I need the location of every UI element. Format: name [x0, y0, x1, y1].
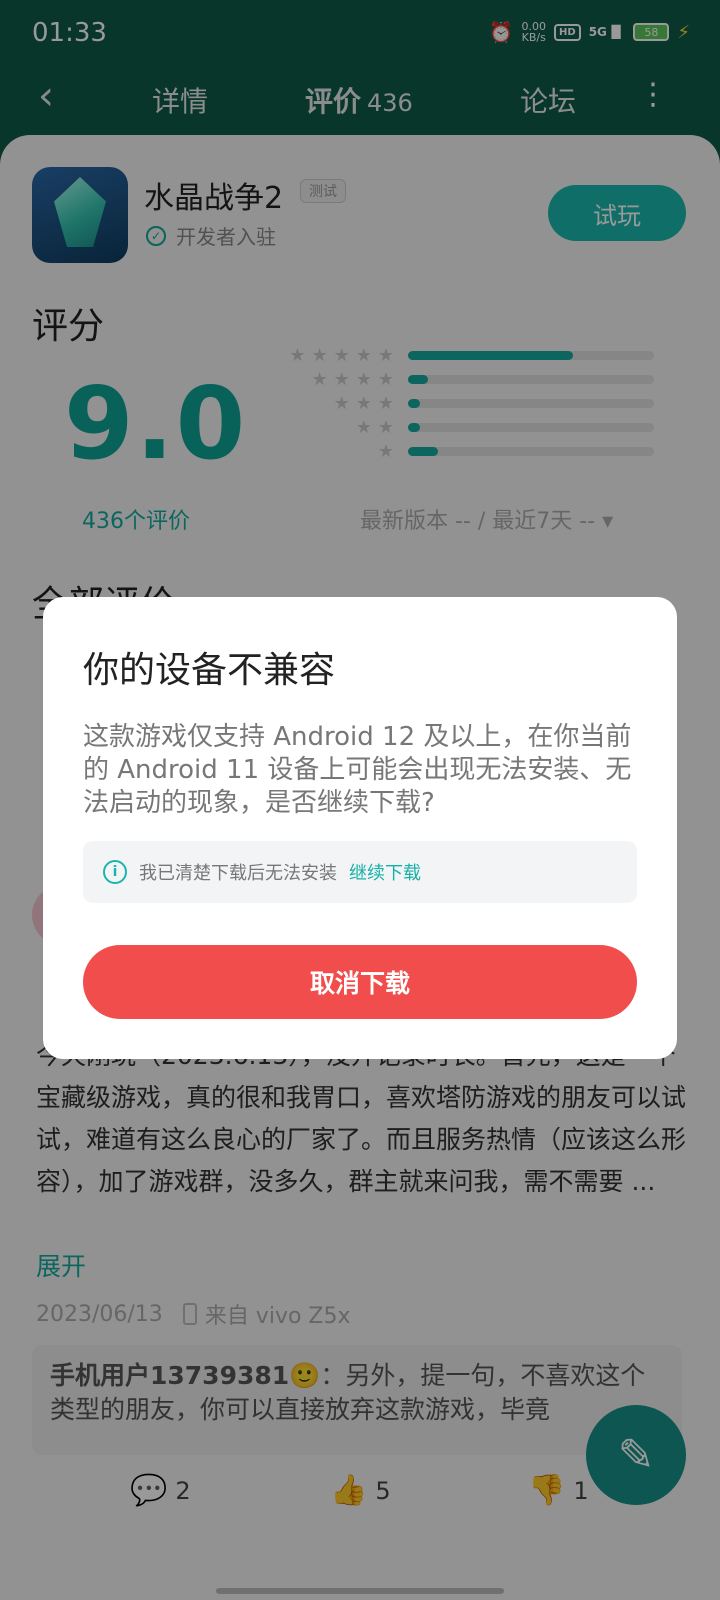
incompatible-device-dialog: 你的设备不兼容 这款游戏仅支持 Android 12 及以上，在你当前的 And…: [43, 597, 677, 1059]
dialog-title: 你的设备不兼容: [83, 650, 336, 691]
dialog-body: 这款游戏仅支持 Android 12 及以上，在你当前的 Android 11 …: [83, 722, 632, 818]
cancel-download-button[interactable]: 取消下载: [83, 945, 637, 1019]
continue-download-link[interactable]: 继续下载: [349, 859, 421, 885]
notice-text: 我已清楚下载后无法安装: [139, 863, 337, 884]
notice-box: i 我已清楚下载后无法安装 继续下载: [83, 841, 637, 903]
info-icon: i: [103, 860, 127, 884]
